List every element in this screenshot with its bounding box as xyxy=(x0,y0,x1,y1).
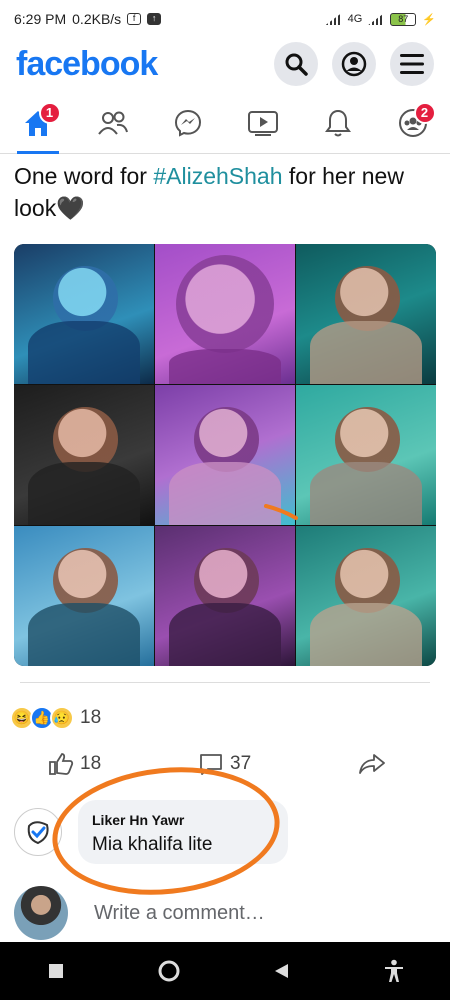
accessibility-button[interactable] xyxy=(374,951,414,991)
annotation-stroke xyxy=(264,504,298,520)
caption-text-start: One word for xyxy=(14,163,154,189)
share-button[interactable] xyxy=(358,752,386,776)
hashtag-link[interactable]: #AlizehShah xyxy=(153,163,282,189)
comment-input[interactable]: Write a comment… xyxy=(94,902,265,925)
signal-icon-2 xyxy=(368,13,385,25)
watch-video-icon xyxy=(247,110,278,136)
collage-photo xyxy=(155,526,295,666)
collage-photo xyxy=(296,385,436,525)
app-header: facebook xyxy=(0,38,450,90)
media-bottom-divider xyxy=(20,682,430,683)
facebook-logo[interactable]: facebook xyxy=(16,45,158,84)
upload-notification-icon: ↑ xyxy=(147,13,162,25)
menu-button[interactable] xyxy=(390,42,434,86)
bell-icon xyxy=(324,109,351,136)
commenter-avatar[interactable] xyxy=(14,808,62,856)
accessibility-icon xyxy=(384,959,403,982)
post-photo-collage[interactable] xyxy=(14,244,436,666)
recents-button[interactable] xyxy=(36,951,76,991)
comment-bubble[interactable]: Liker Hn Yawr Mia khalifa lite xyxy=(78,800,288,864)
tab-friends[interactable] xyxy=(88,98,138,148)
like-button[interactable]: 18 xyxy=(48,752,101,776)
tab-home[interactable]: 1 xyxy=(13,98,63,154)
comment-count: 37 xyxy=(230,753,252,774)
collage-photo xyxy=(14,385,154,525)
like-count: 18 xyxy=(80,753,102,774)
share-arrow-icon xyxy=(359,754,385,774)
black-heart-emoji: 🖤 xyxy=(56,195,85,221)
facebook-notification-icon: f xyxy=(127,13,142,25)
signal-icon xyxy=(325,13,342,25)
android-navigation-bar xyxy=(0,942,450,1000)
tab-notifications[interactable] xyxy=(313,98,363,148)
comment-bubble-icon xyxy=(200,754,222,775)
battery-level: 87 xyxy=(398,14,409,24)
main-tab-bar: 1 2 xyxy=(0,92,450,154)
post-actions: 18 37 xyxy=(0,742,450,786)
search-button[interactable] xyxy=(274,42,318,86)
collage-photo xyxy=(14,526,154,666)
home-button[interactable] xyxy=(149,951,189,991)
collage-photo xyxy=(14,244,154,384)
sad-reaction-icon: 😥 xyxy=(50,706,74,730)
reaction-count: 18 xyxy=(80,707,102,728)
triangle-back-icon xyxy=(275,964,289,978)
profile-icon xyxy=(341,51,367,77)
friends-icon xyxy=(97,111,128,135)
commenter-name[interactable]: Liker Hn Yawr xyxy=(92,812,274,828)
comment-composer: Write a comment… xyxy=(14,886,434,940)
messenger-icon xyxy=(174,109,201,137)
comment-button[interactable]: 37 xyxy=(198,752,251,776)
verified-check-icon xyxy=(27,821,49,845)
tab-watch[interactable] xyxy=(238,98,288,148)
charging-icon: ⚡ xyxy=(422,13,436,26)
thumbs-up-icon xyxy=(49,753,74,775)
tab-menu[interactable]: 2 xyxy=(388,98,438,148)
search-icon xyxy=(285,53,308,76)
back-button[interactable] xyxy=(261,951,301,991)
circle-home-icon xyxy=(158,960,180,982)
comment-item: Liker Hn Yawr Mia khalifa lite xyxy=(14,800,434,864)
comment-text: Mia khalifa lite xyxy=(92,834,213,855)
menu-badge: 2 xyxy=(413,101,436,124)
collage-photo xyxy=(296,526,436,666)
network-type: 4G xyxy=(347,13,363,25)
home-badge: 1 xyxy=(38,101,61,124)
status-speed: 0.2KB/s xyxy=(72,11,122,27)
collage-photo xyxy=(155,244,295,384)
square-recents-icon xyxy=(49,964,64,978)
battery-icon: 87 xyxy=(390,12,417,26)
current-user-avatar[interactable] xyxy=(14,886,68,940)
status-bar: 6:29 PM 0.2KB/s f ↑ 4G 87 ⚡ xyxy=(0,0,450,38)
reaction-summary[interactable]: 😆 👍 😥 18 xyxy=(10,706,101,730)
collage-photo xyxy=(296,244,436,384)
hamburger-icon xyxy=(400,54,424,74)
tab-messenger[interactable] xyxy=(163,98,213,148)
post-caption: One word for #AlizehShah for her new loo… xyxy=(14,160,434,224)
status-time: 6:29 PM xyxy=(14,11,67,27)
profile-button[interactable] xyxy=(332,42,376,86)
